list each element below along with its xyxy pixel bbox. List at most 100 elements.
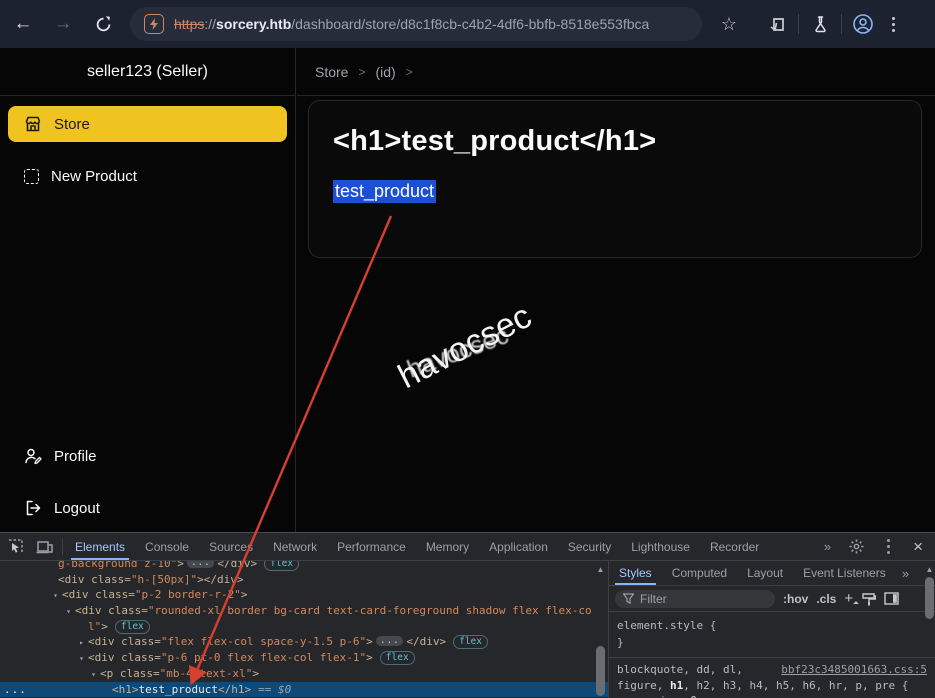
devtools-close-icon[interactable]: × [905,537,931,557]
not-secure-badge-icon[interactable] [144,14,164,34]
code-segment: > [366,635,373,648]
back-icon[interactable]: ← [6,7,40,41]
code-segment: l" [88,620,101,633]
code-segment: "h-[50px]" [131,573,197,586]
sidebar-item-logout[interactable]: Logout [8,490,287,526]
devtools-tab-security[interactable]: Security [558,533,621,560]
dom-tree-row[interactable]: ▾<p class="mb-4 text-xl"> [0,666,608,682]
more-tabs-icon[interactable]: » [816,539,839,554]
dom-tree-row[interactable]: <h1>test_product</h1>== $0... [0,682,608,698]
toggle-panel-icon[interactable] [884,592,899,605]
styles-filter-input[interactable]: Filter [615,590,775,608]
code-segment: </h1> [218,683,251,696]
devtools-menu-kebab-icon[interactable] [873,539,903,554]
sidebar-item-new-product[interactable]: New Product [8,158,287,194]
dom-tree-row[interactable]: ▸<div class="flex flex-col space-y-1.5 p… [0,634,608,650]
styles-subtab-computed[interactable]: Computed [662,561,737,585]
element-style-block[interactable]: element.style { } [609,612,935,658]
flex-badge[interactable]: flex [380,651,415,665]
elements-scrollbar[interactable]: ▲ [595,561,606,698]
chevron-right-icon: > [406,65,413,79]
dom-tree-row[interactable]: l">flex [0,619,608,635]
filter-placeholder: Filter [640,592,667,606]
sidebar-item-profile[interactable]: Profile [8,438,287,474]
devtools-tab-performance[interactable]: Performance [327,533,416,560]
styles-scrollbar[interactable]: ▲ [924,561,935,698]
breadcrumb-item[interactable]: (id) [375,64,395,80]
styles-pane: StylesComputedLayoutEvent Listeners» Fil… [608,561,935,698]
code-segment: </div> [217,561,257,570]
dom-tree-row[interactable]: <div class="h-[50px]"></div> [0,572,608,588]
code-segment: <div class= [88,651,161,664]
selected-text-highlight[interactable]: test_product [333,180,436,203]
devtools-tab-console[interactable]: Console [135,533,199,560]
browser-toolbar: ← → https :// sorcery.htb /dashboard/sto… [0,0,935,48]
rendering-paint-icon[interactable] [861,592,876,606]
inspect-element-icon[interactable] [0,533,30,560]
styles-subtab-event-listeners[interactable]: Event Listeners [793,561,896,585]
styles-subtab-layout[interactable]: Layout [737,561,793,585]
devtools-tab-sources[interactable]: Sources [199,533,263,560]
device-toolbar-icon[interactable] [30,533,60,560]
code-segment: g-background z-10" [58,561,177,570]
collapsed-content-ellipsis[interactable]: ... [187,561,215,568]
devtools-tab-lighthouse[interactable]: Lighthouse [621,533,700,560]
dom-tree-row[interactable]: ▾<div class="rounded-xl border bg-card t… [0,603,608,619]
devtools-tabs: ElementsConsoleSourcesNetworkPerformance… [65,533,769,560]
reload-icon[interactable] [86,7,120,41]
logout-icon [24,499,42,517]
settings-gear-icon[interactable] [841,539,871,554]
collapsed-content-ellipsis[interactable]: ... [376,636,404,646]
url-scheme: https [174,16,204,32]
devtools-tab-memory[interactable]: Memory [416,533,479,560]
chevron-right-icon: > [358,65,365,79]
code-segment: <div class= [62,588,135,601]
bookmark-star-icon[interactable]: ☆ [714,9,744,39]
code-segment: <div class= [75,604,148,617]
sidebar-item-label: Store [54,116,90,133]
scroll-up-icon[interactable]: ▲ [925,565,934,574]
dom-tree: g-background z-10">...</div>flex<div cla… [0,561,608,697]
browser-menu-kebab-icon[interactable] [878,9,908,39]
dom-tree-row[interactable]: ▾<div class="p-6 pt-0 flex flex-col flex… [0,650,608,666]
devtools-tab-recorder[interactable]: Recorder [700,533,769,560]
collapse-arrow-icon[interactable]: ▾ [75,651,88,667]
hov-toggle[interactable]: :hov [783,592,808,606]
more-subtabs-icon[interactable]: » [896,561,915,585]
devtools-tab-application[interactable]: Application [479,533,558,560]
expand-arrow-icon[interactable]: ▸ [75,635,88,651]
stylesheet-link[interactable]: bbf23c3485001663.css:5 [781,662,927,678]
dom-tree-row[interactable]: ▾<div class="p-2 border-r-2"> [0,587,608,603]
scrollbar-thumb[interactable] [925,577,934,619]
css-declaration[interactable]: margin:▶0; [617,693,927,698]
flex-badge[interactable]: flex [264,561,299,571]
side-panel-icon[interactable] [762,9,792,39]
cls-toggle[interactable]: .cls [816,592,836,606]
collapse-arrow-icon[interactable]: ▾ [87,667,100,683]
dashed-square-icon [24,169,39,184]
new-style-rule-icon[interactable]: + [844,590,853,607]
breadcrumb[interactable]: Store > (id) > [315,64,413,80]
flex-badge[interactable]: flex [115,620,150,634]
code-segment: </div> [406,635,446,648]
selected-row-dots[interactable]: ... [4,682,27,698]
profile-avatar-icon[interactable] [848,9,878,39]
breadcrumb-item[interactable]: Store [315,64,348,80]
code-segment: "flex flex-col space-y-1.5 p-6" [161,635,366,648]
dom-tree-row[interactable]: g-background z-10">...</div>flex [0,561,608,572]
styles-filter-row: Filter :hov .cls + [609,586,935,612]
url-bar[interactable]: https :// sorcery.htb /dashboard/store/d… [130,7,702,41]
forward-icon[interactable]: → [46,7,80,41]
flex-badge[interactable]: flex [453,635,488,649]
scroll-up-icon[interactable]: ▲ [596,565,605,574]
scrollbar-thumb[interactable] [596,646,605,696]
devtools-tab-network[interactable]: Network [263,533,327,560]
labs-flask-icon[interactable] [805,9,835,39]
sidebar-item-store[interactable]: Store [8,106,287,142]
url-host: sorcery.htb [216,16,291,32]
collapse-arrow-icon[interactable]: ▾ [62,604,75,620]
devtools-tab-elements[interactable]: Elements [65,533,135,560]
css-rule-block[interactable]: bbf23c3485001663.css:5 blockquote, dd, d… [609,658,935,698]
styles-subtab-styles[interactable]: Styles [609,561,662,585]
collapse-arrow-icon[interactable]: ▾ [49,588,62,604]
